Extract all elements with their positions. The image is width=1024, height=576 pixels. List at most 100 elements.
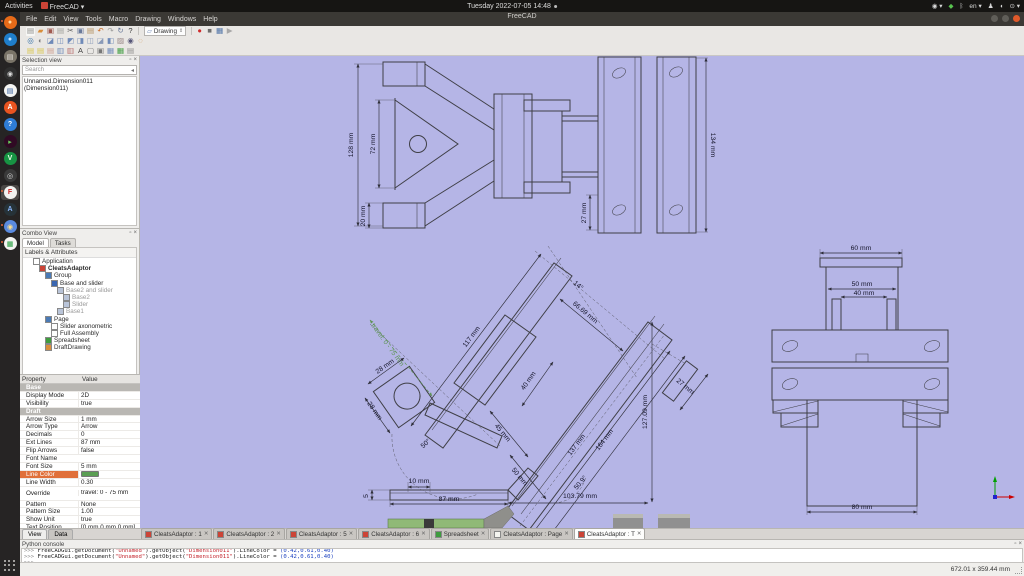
menu-item[interactable]: Tools [85, 16, 101, 23]
view-bottom-button[interactable]: ◪ [96, 37, 105, 46]
tree-item[interactable]: Base and slider [23, 280, 136, 287]
dim-27mm-front[interactable]: 27 mm [581, 202, 588, 223]
Override[interactable]: Override travel: 0 - 75 mm [20, 487, 140, 501]
macro-stop-button[interactable]: ■ [205, 27, 214, 36]
new-file-button[interactable]: ▤ [26, 27, 35, 36]
front-view-drawing[interactable]: 128 mm 72 mm 20 mm 27 mm 134 mm [348, 57, 716, 233]
undo-button[interactable]: ↶ [96, 27, 105, 36]
view-draw-style-button[interactable]: ◐ [36, 37, 45, 46]
python-console-input[interactable]: >>> FreeCADGui.getDocument("Unnamed").ge… [21, 548, 1023, 563]
dim-80mm[interactable]: 80 mm [852, 504, 873, 511]
Visibility[interactable]: Visibility true [20, 400, 140, 408]
side-assembly-drawing[interactable]: 117 mm 14° 66.69 mm travel: 0 - 75 mm 28… [363, 246, 708, 528]
dim-128mm[interactable]: 128 mm [348, 132, 355, 157]
tree-item[interactable]: Full Assembly [23, 330, 136, 337]
terminal-icon[interactable]: ▸ [1, 134, 19, 149]
dim-40mm-top[interactable]: 40 mm [854, 290, 875, 297]
workbench-selector[interactable]: ▱ Drawing ⇕ [144, 26, 186, 36]
document-tab[interactable]: Spreadsheet ✕ [431, 528, 490, 539]
document-tab[interactable]: CleatsAdaptor : 1 ✕ [141, 528, 212, 539]
dim-50-9deg[interactable]: 50.9° [572, 474, 589, 492]
dim-164mm[interactable]: 164 mm [595, 428, 616, 452]
macro-play-button[interactable]: ▶ [225, 27, 234, 36]
tree-item[interactable]: Application [23, 258, 136, 265]
dim-5[interactable]: 5 [363, 494, 370, 498]
document-tab[interactable]: CleatsAdaptor : 5 ✕ [286, 528, 357, 539]
maximize-button[interactable] [1002, 15, 1009, 22]
dim-14deg[interactable]: 14° [572, 279, 585, 292]
paste-button[interactable]: ▤ [86, 27, 95, 36]
show-applications-button[interactable] [4, 560, 16, 572]
open-file-button[interactable]: ▰ [36, 27, 45, 36]
Font Size[interactable]: Font Size 5 mm [20, 463, 140, 471]
refresh-button[interactable]: ↻ [116, 27, 125, 36]
accessibility-icon[interactable]: ♟ [988, 2, 994, 10]
Line Color[interactable]: Line Color [20, 471, 140, 479]
clock-button[interactable]: Tuesday 2022-07-05 14:48 [467, 3, 557, 10]
view-axonometric-button[interactable]: ◪ [46, 37, 55, 46]
close-tab-icon[interactable]: ✕ [564, 531, 569, 537]
close-panel-icon[interactable]: × [133, 230, 137, 236]
keyboard-layout-indicator[interactable]: en ▾ [969, 2, 981, 10]
cut-button[interactable]: ✂ [66, 27, 75, 36]
combo-view-tab[interactable]: Model [22, 238, 49, 247]
power-icon[interactable]: ⊙ ▾ [1009, 2, 1020, 10]
spreadsheet-view-button[interactable]: ▦ [116, 47, 125, 56]
menu-item[interactable]: Edit [44, 16, 56, 23]
view-fit-all-button[interactable]: ◎ [26, 37, 35, 46]
Display Mode[interactable]: Display Mode 2D [20, 392, 140, 400]
dim-87mm[interactable]: 87 mm [439, 496, 460, 503]
dim-72mm[interactable]: 72 mm [370, 133, 377, 154]
globe-app-icon[interactable]: ◉ [1, 219, 19, 234]
tree-item[interactable]: CleatsAdaptor [23, 265, 136, 272]
Font Name[interactable]: Font Name [20, 455, 140, 463]
redo-button[interactable]: ↷ [106, 27, 115, 36]
close-panel-icon[interactable]: × [1018, 541, 1022, 547]
dim-66-69mm[interactable]: 66.69 mm [571, 300, 599, 325]
help-icon[interactable]: ? [1, 117, 19, 132]
Decimals[interactable]: Decimals 0 [20, 431, 140, 439]
close-tab-icon[interactable]: ✕ [481, 531, 486, 537]
dim-50mm-top[interactable]: 50 mm [852, 281, 873, 288]
tree-item[interactable]: Slider axonometric [23, 323, 136, 330]
camera-indicator-icon[interactable]: ◉ ▾ [932, 2, 943, 10]
Base[interactable]: Base [20, 384, 140, 392]
document-tab[interactable]: CleatsAdaptor : 2 ✕ [213, 528, 284, 539]
volume-icon[interactable]: ◖ [1000, 3, 1004, 10]
close-tab-icon[interactable]: ✕ [349, 531, 354, 537]
view-rear-button[interactable]: ◫ [86, 37, 95, 46]
view-top-button[interactable]: ◩ [66, 37, 75, 46]
open-svg-button[interactable]: ▤ [46, 47, 55, 56]
tree-item[interactable]: Base1 [23, 308, 136, 315]
dim-10mm[interactable]: 10 mm [409, 478, 430, 485]
dim-134mm[interactable]: 134 mm [709, 133, 716, 158]
ubuntu-software-icon[interactable]: A [1, 100, 19, 115]
bluetooth-icon[interactable]: ᛒ [960, 3, 964, 10]
property-panel-tab[interactable]: View [22, 529, 47, 539]
slider-view-drawing[interactable]: 60 mm 50 mm 40 mm [772, 245, 948, 515]
Pattern[interactable]: Pattern None [20, 501, 140, 509]
dim-127-09mm[interactable]: 127.09 mm [642, 395, 649, 429]
selection-search-input[interactable]: Search ◂ [22, 65, 137, 75]
document-tab[interactable]: CleatsAdaptor : Page ✕ [490, 528, 572, 539]
insert-view-button[interactable]: ▥ [56, 47, 65, 56]
value-column-header[interactable]: Value [80, 376, 140, 383]
document-tab[interactable]: CleatsAdaptor : T ✕ [574, 528, 646, 539]
app-menu-button[interactable]: FreeCAD ▾ [41, 2, 85, 11]
minimize-button[interactable] [991, 15, 998, 22]
combo-view-tab[interactable]: Tasks [50, 238, 76, 247]
rotate-view-button[interactable]: ◌ [136, 37, 145, 46]
ortho-views-button[interactable]: ▦ [106, 47, 115, 56]
clip-view-button[interactable]: ▣ [96, 47, 105, 56]
close-button[interactable] [1013, 15, 1020, 22]
tree-item[interactable]: Page [23, 316, 136, 323]
thunderbird-icon[interactable]: ● [1, 32, 19, 47]
dim-60mm[interactable]: 60 mm [851, 245, 872, 252]
measure-distance-button[interactable]: ▨ [116, 37, 125, 46]
new-a3-page-button[interactable]: ▤ [26, 47, 35, 56]
view-left-button[interactable]: ◧ [106, 37, 115, 46]
drawing-viewport[interactable]: 128 mm 72 mm 20 mm 27 mm 134 mm [140, 56, 1024, 528]
menu-item[interactable]: Macro [109, 16, 128, 23]
selection-list-item[interactable]: Unnamed.Dimension011 (Dimension011) [24, 78, 135, 92]
files-icon[interactable]: ▤ [1, 49, 19, 64]
